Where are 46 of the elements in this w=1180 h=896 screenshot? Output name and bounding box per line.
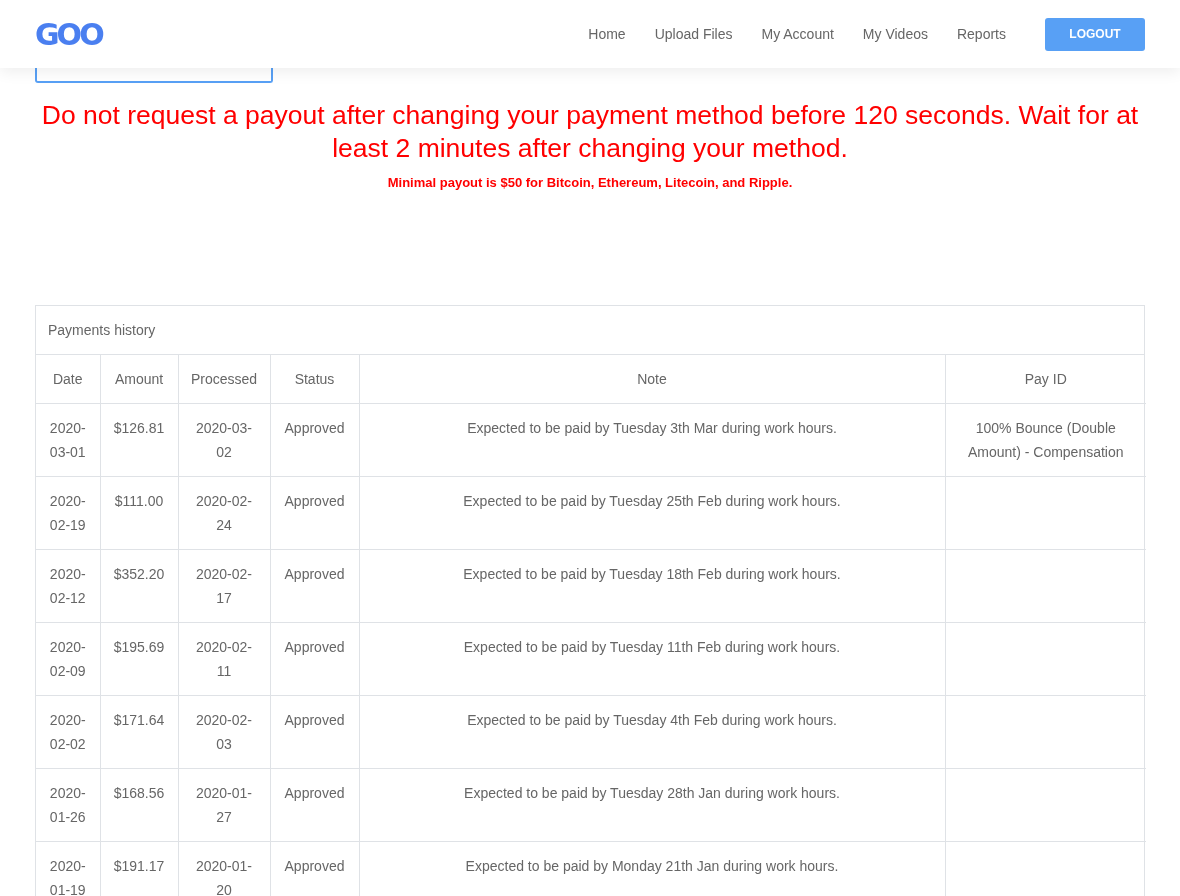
table-cell: Approved bbox=[270, 768, 359, 842]
table-cell: Approved bbox=[270, 622, 359, 696]
nav-link[interactable]: Reports bbox=[956, 26, 1006, 42]
nav-link[interactable]: My Videos bbox=[862, 26, 928, 42]
table-cell: 2020-03-01 bbox=[36, 403, 100, 477]
column-header: Date bbox=[36, 355, 100, 404]
table-cell: Expected to be paid by Tuesday 25th Feb during work hours. bbox=[359, 476, 945, 550]
nav-link[interactable]: Home bbox=[588, 26, 626, 42]
table-cell: 2020-02-17 bbox=[178, 549, 270, 623]
table-cell: Expected to be paid by Tuesday 18th Feb during work hours. bbox=[359, 549, 945, 623]
table-cell: Expected to be paid by Tuesday 11th Feb during work hours. bbox=[359, 622, 945, 696]
table-cell: 2020-01-26 bbox=[36, 768, 100, 842]
table-cell: Approved bbox=[270, 549, 359, 623]
table-cell: 2020-03-02 bbox=[178, 403, 270, 477]
column-header: Processed bbox=[178, 355, 270, 404]
table-cell: 2020-01-27 bbox=[178, 768, 270, 842]
nav-link[interactable]: Upload Files bbox=[654, 26, 733, 42]
table-cell: 2020-02-12 bbox=[36, 549, 100, 623]
table-cell: 2020-02-24 bbox=[178, 476, 270, 550]
table-cell: 2020-02-11 bbox=[178, 622, 270, 696]
table-cell: Expected to be paid by Tuesday 3th Mar during work hours. bbox=[359, 403, 945, 477]
table-cell: $352.20 bbox=[100, 549, 178, 623]
table-cell: $195.69 bbox=[100, 622, 178, 696]
table-cell: $168.56 bbox=[100, 768, 178, 842]
table-cell: Approved bbox=[270, 403, 359, 477]
table-cell: Expected to be paid by Tuesday 28th Jan during work hours. bbox=[359, 768, 945, 842]
payout-note: Minimal payout is $50 for Bitcoin, Ethereum, Litecoin, and Ripple. bbox=[386, 175, 794, 190]
table-cell: Approved bbox=[270, 695, 359, 769]
table-cell: Expected to be paid by Tuesday 4th Feb during work hours. bbox=[359, 695, 945, 769]
logo[interactable]: GOO bbox=[35, 16, 102, 52]
table-cell: 2020-02-09 bbox=[36, 622, 100, 696]
table-cell: Approved bbox=[270, 476, 359, 550]
warning-message: Do not request a payout after changing your payment method before 120 seconds. Wait for at least 2 minutes after changing your method. bbox=[40, 99, 1140, 165]
table-cell: $111.00 bbox=[100, 476, 178, 550]
nav-link[interactable]: My Account bbox=[761, 26, 834, 42]
input-field[interactable] bbox=[35, 68, 273, 83]
column-header: Amount bbox=[100, 355, 178, 404]
table-caption: Payments history bbox=[36, 306, 1144, 355]
table-cell: 2020-02-02 bbox=[36, 695, 100, 769]
table-cell: 2020-02-19 bbox=[36, 476, 100, 550]
column-header: Note bbox=[359, 355, 945, 404]
column-header: Pay ID bbox=[945, 355, 1146, 404]
column-header: Status bbox=[270, 355, 359, 404]
table-cell: $171.64 bbox=[100, 695, 178, 769]
table-cell: 2020-02-03 bbox=[178, 695, 270, 769]
table-cell: $126.81 bbox=[100, 403, 178, 477]
